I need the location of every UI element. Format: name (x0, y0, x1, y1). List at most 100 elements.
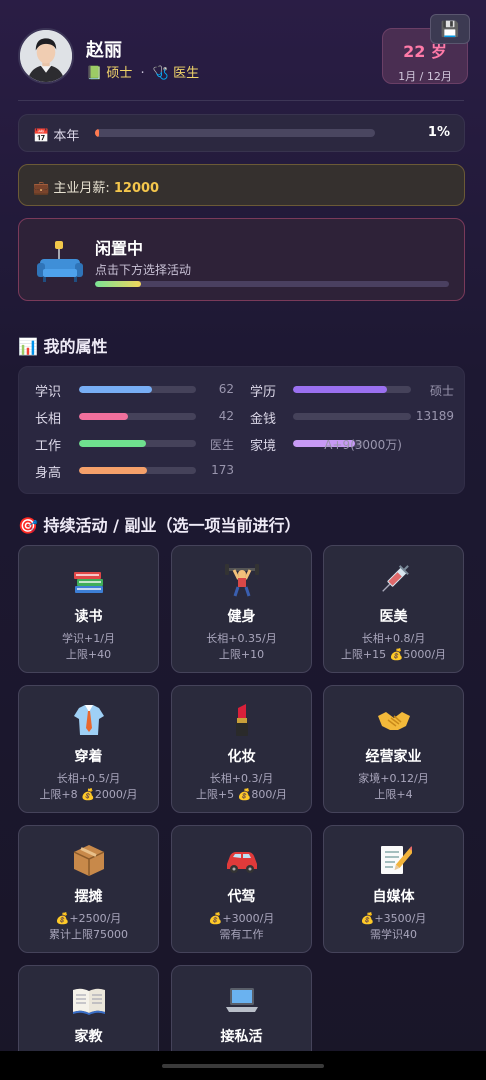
status-subtitle: 点击下方选择活动 (95, 263, 192, 277)
save-button[interactable]: 💾 (430, 14, 470, 44)
player-name: 赵丽 (86, 40, 122, 61)
status-progress-track (95, 281, 449, 287)
degree-label: 硕士 (106, 66, 133, 81)
activity-name: 穿着 (74, 749, 103, 765)
activity-limit: 上限+40 (65, 648, 112, 661)
activity-limit: 上限+15 💰5000/月 (340, 648, 447, 661)
activity-effect: 长相+0.8/月 (361, 632, 426, 645)
month-value: 1月 / 12月 (398, 70, 452, 83)
activity-effect: 💰+2500/月 (55, 912, 122, 925)
attribute-value: 13189 (415, 409, 454, 423)
status-progress-fill (95, 281, 142, 287)
laptop-icon (172, 982, 311, 1018)
attribute-bar-fill (79, 467, 147, 474)
status-title: 闲置中 (95, 239, 144, 258)
activity-name: 医美 (379, 609, 408, 625)
year-progress-card: 📅 本年 1% (18, 114, 465, 152)
activity-limit: 累计上限75000 (49, 928, 128, 941)
activity-name: 摆摊 (74, 889, 103, 905)
status-card[interactable]: 闲置中 点击下方选择活动 (18, 218, 465, 301)
attribute-row: 金钱 13189 (19, 408, 466, 427)
attribute-label: 家境 (250, 439, 277, 454)
activity-name: 家教 (74, 1029, 103, 1045)
car-icon (172, 842, 311, 878)
activity-name: 接私活 (220, 1029, 263, 1045)
stethoscope-icon: 🩺 (152, 66, 169, 81)
lipstick-icon (172, 702, 311, 738)
syringe-icon (324, 562, 463, 598)
activity-name: 读书 (74, 609, 103, 625)
briefcase-icon: 💼 (33, 181, 50, 196)
attributes-heading: 📊 我的属性 (18, 333, 108, 357)
activity-limit: 上限+4 (374, 788, 413, 801)
activities-title: 持续活动 / 副业（选一项当前进行） (43, 516, 301, 535)
activity-card[interactable]: 经营家业家境+0.12/月 上限+4 (323, 685, 464, 813)
activity-limit: 上限+8 💰2000/月 (39, 788, 138, 801)
attribute-row: 学历 硕士 (19, 381, 466, 400)
activity-effect: 💰+3000/月 (208, 912, 275, 925)
year-percent: 1% (427, 125, 450, 140)
home-indicator[interactable] (162, 1064, 324, 1068)
attribute-value: 硕士 (429, 384, 454, 398)
attributes-card: 学识 62 学历 硕士 长相 42 金钱 13189 工作 医生 家境 A+9(3000万) 身高 173 (18, 366, 465, 494)
avatar (18, 28, 74, 84)
attribute-row: 家境 A+9(3000万) (19, 435, 466, 454)
year-progress-track (95, 129, 375, 137)
activity-name: 经营家业 (365, 749, 422, 765)
activity-card[interactable]: 化妆长相+0.3/月上限+5 💰800/月 (171, 685, 312, 813)
player-meta: 📗 硕士 · 🩺 医生 (86, 62, 199, 81)
handshake-icon (324, 702, 463, 738)
activity-effect: 长相+0.35/月 (206, 632, 277, 645)
activity-limit: 上限+10 (218, 648, 265, 661)
activity-card[interactable]: 健身长相+0.35/月 上限+10 (171, 545, 312, 673)
activities-heading: 🎯 持续活动 / 副业（选一项当前进行） (18, 512, 301, 536)
activity-card[interactable]: 自媒体 💰+3500/月 需学识40 (323, 825, 464, 953)
attribute-label: 金钱 (250, 412, 277, 427)
sofa-icon (37, 239, 83, 292)
activity-limit: 需学识40 (370, 928, 417, 941)
attribute-value: 173 (211, 463, 234, 477)
salary-value: 12000 (113, 181, 160, 196)
activity-limit: 上限+5 💰800/月 (195, 788, 288, 801)
activity-effect: 长相+0.5/月 (56, 772, 121, 785)
activity-card[interactable]: 摆摊 💰+2500/月 累计上限75000 (18, 825, 159, 953)
floppy-disk-icon: 💾 (440, 20, 460, 38)
weightlifter-icon (172, 562, 311, 598)
salary-label: 主业月薪: (53, 181, 110, 196)
divider (18, 100, 464, 101)
calendar-icon: 📅 (33, 129, 50, 144)
activity-card[interactable]: 穿着长相+0.5/月上限+8 💰2000/月 (18, 685, 159, 813)
profile-header: 赵丽 📗 硕士 · 🩺 医生 22 岁 1月 / 12月 (18, 28, 468, 92)
attribute-label: 身高 (35, 466, 62, 481)
shirt-icon (19, 702, 158, 738)
meta-separator: · (140, 66, 145, 81)
green-book-icon: 📗 (86, 66, 103, 81)
open-book-icon (19, 982, 158, 1018)
activity-card[interactable]: 医美长相+0.8/月上限+15 💰5000/月 (323, 545, 464, 673)
attribute-value: A+9(3000万) (324, 438, 402, 452)
activity-name: 自媒体 (372, 889, 415, 905)
package-icon (19, 842, 158, 878)
salary-text: 💼 主业月薪: 12000 (33, 177, 159, 196)
job-label: 医生 (173, 66, 200, 81)
salary-card: 💼 主业月薪: 12000 (18, 164, 465, 206)
activity-limit: 需有工作 (219, 928, 264, 941)
activity-name: 代驾 (227, 889, 256, 905)
year-label: 📅 本年 (33, 125, 79, 144)
activity-effect: 💰+3500/月 (360, 912, 427, 925)
year-progress-fill (95, 129, 100, 137)
attribute-row: 身高 173 (19, 462, 466, 481)
activity-name: 健身 (227, 609, 256, 625)
system-navigation-bar (0, 1051, 486, 1080)
activity-card[interactable]: 代驾 💰+3000/月 需有工作 (171, 825, 312, 953)
activity-effect: 学识+1/月 (62, 632, 115, 645)
memo-icon (324, 842, 463, 878)
year-label-text: 本年 (53, 129, 80, 144)
activity-effect: 家境+0.12/月 (358, 772, 429, 785)
attribute-label: 学历 (250, 385, 277, 400)
books-icon (19, 562, 158, 598)
attributes-title: 我的属性 (43, 337, 108, 356)
activity-effect: 长相+0.3/月 (209, 772, 274, 785)
activity-name: 化妆 (227, 749, 256, 765)
activity-card[interactable]: 读书学识+1/月 上限+40 (18, 545, 159, 673)
